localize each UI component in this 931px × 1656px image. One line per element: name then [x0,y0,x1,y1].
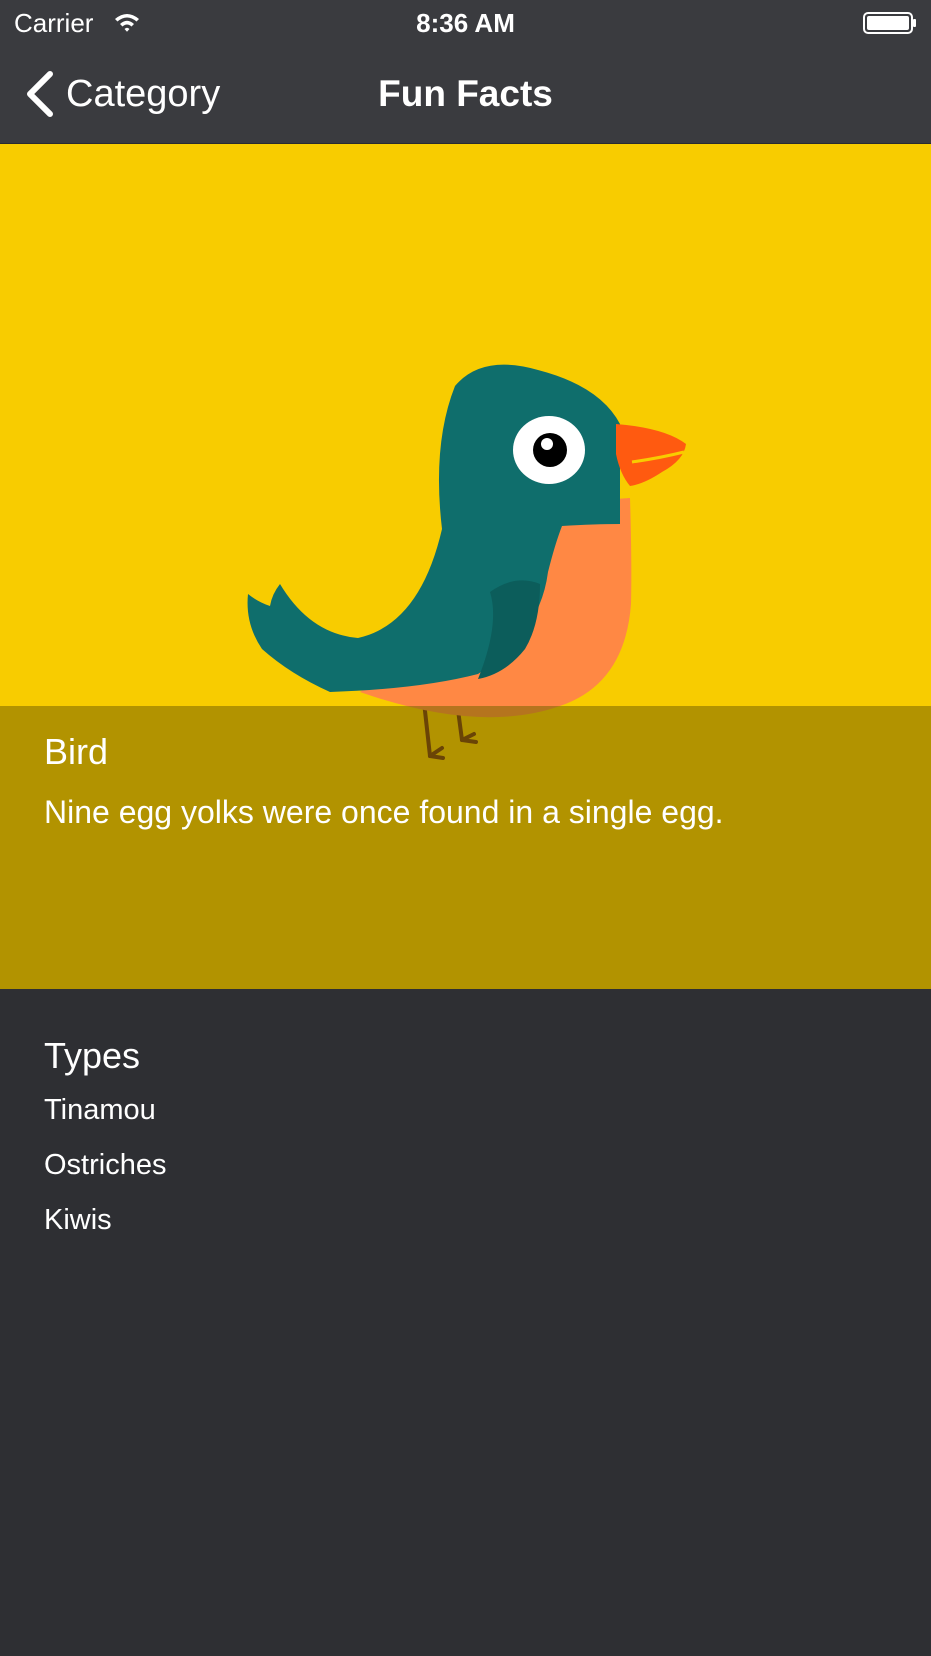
battery-icon [863,12,916,34]
types-section: Types Tinamou Ostriches Kiwis [44,1034,904,1257]
status-time: 8:36 AM [416,8,515,38]
navigation-bar: Category Fun Facts [0,46,931,144]
type-item-ostriches: Ostriches [44,1149,167,1181]
type-item-tinamou: Tinamou [44,1094,156,1126]
fact-card: Bird Nine egg yolks were once found in a… [0,706,931,989]
fact-category-title: Bird [44,731,109,772]
types-title: Types [44,1035,141,1076]
type-item-kiwis: Kiwis [44,1204,112,1236]
hero-banner: Bird Nine egg yolks were once found in a… [0,144,931,989]
page-title: Fun Facts [378,73,553,114]
fact-text: Nine egg yolks were once found in a sing… [44,794,724,830]
status-bar: Carrier 8:36 AM [0,0,931,46]
